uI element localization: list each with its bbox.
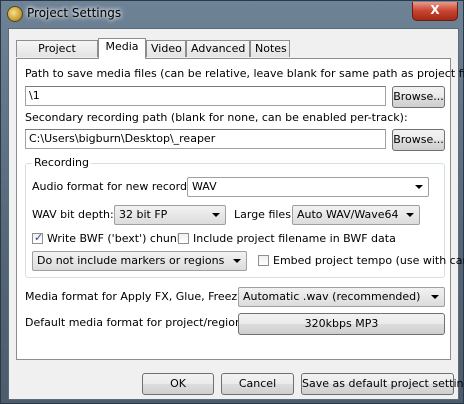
- wav-bit-depth-label: WAV bit depth:: [32, 208, 114, 221]
- tab-advanced[interactable]: Advanced: [186, 40, 250, 57]
- include-project-filename-checkbox[interactable]: Include project filename in BWF data: [178, 232, 396, 245]
- cancel-button[interactable]: Cancel: [221, 373, 294, 395]
- default-media-format-button[interactable]: 320kbps MP3: [238, 313, 445, 335]
- save-as-default-button[interactable]: Save as default project settings: [301, 373, 464, 395]
- embed-tempo-box[interactable]: [258, 255, 269, 266]
- media-path-label: Path to save media files (can be relativ…: [25, 67, 464, 80]
- checkmark-icon: ✓: [34, 231, 44, 244]
- write-bwf-box[interactable]: ✓: [32, 231, 44, 244]
- browse-media-path-button[interactable]: Browse...: [392, 86, 445, 108]
- write-bwf-checkbox[interactable]: ✓ Write BWF ('bext') chunk: [32, 231, 184, 245]
- tab-media[interactable]: Media: [98, 38, 146, 59]
- apply-fx-format-value: Automatic .wav (recommended): [243, 290, 421, 303]
- tab-project-settings[interactable]: Project Settings: [16, 40, 98, 71]
- close-button[interactable]: X: [412, 2, 458, 21]
- large-files-value: Auto WAV/Wave64: [297, 208, 399, 221]
- tab-video[interactable]: Video: [146, 40, 186, 57]
- include-project-filename-box[interactable]: [178, 233, 189, 244]
- chevron-down-icon: [233, 259, 241, 263]
- large-files-label: Large files:: [234, 208, 295, 221]
- secondary-path-label: Secondary recording path (blank for none…: [25, 111, 408, 124]
- chevron-down-icon: [415, 185, 423, 189]
- chevron-down-icon: [406, 213, 414, 217]
- secondary-path-input[interactable]: C:\Users\bigburn\Desktop\_reaper: [25, 129, 386, 149]
- markers-regions-select[interactable]: Do not include markers or regions: [32, 251, 247, 271]
- large-files-select[interactable]: Auto WAV/Wave64: [292, 205, 420, 225]
- media-path-input[interactable]: \1: [25, 86, 386, 106]
- title-bar[interactable]: Project Settings X: [1, 1, 463, 27]
- wav-bit-depth-value: 32 bit FP: [119, 208, 168, 221]
- chevron-down-icon: [431, 295, 439, 299]
- browse-secondary-path-button[interactable]: Browse...: [392, 129, 445, 151]
- recording-group-title: Recording: [32, 156, 92, 169]
- close-icon: X: [430, 3, 440, 17]
- dialog-client: Project Settings Media Video Advanced No…: [8, 28, 464, 400]
- reaper-app-icon: [7, 6, 23, 22]
- write-bwf-label: Write BWF ('bext') chunk: [47, 232, 184, 245]
- apply-fx-format-select[interactable]: Automatic .wav (recommended): [238, 287, 445, 307]
- default-media-format-label: Default media format for project/region: [25, 316, 242, 329]
- audio-format-value: WAV: [192, 180, 217, 193]
- wav-bit-depth-select[interactable]: 32 bit FP: [114, 205, 226, 225]
- ok-button[interactable]: OK: [142, 373, 214, 395]
- include-project-filename-label: Include project filename in BWF data: [193, 232, 396, 245]
- tab-notes[interactable]: Notes: [250, 40, 290, 57]
- markers-regions-value: Do not include markers or regions: [37, 254, 225, 267]
- chevron-down-icon: [212, 213, 220, 217]
- embed-tempo-label: Embed project tempo (use with care): [273, 254, 464, 267]
- apply-fx-format-label: Media format for Apply FX, Glue, Freeze,: [25, 290, 248, 303]
- media-tab-panel: Path to save media files (can be relativ…: [16, 58, 464, 360]
- project-settings-window: Project Settings X Project Settings Medi…: [0, 0, 464, 404]
- audio-format-select[interactable]: WAV: [187, 177, 429, 197]
- window-title: Project Settings: [27, 6, 122, 20]
- recording-group: Recording Audio format for new recording…: [25, 156, 464, 278]
- embed-tempo-checkbox[interactable]: Embed project tempo (use with care): [258, 254, 464, 267]
